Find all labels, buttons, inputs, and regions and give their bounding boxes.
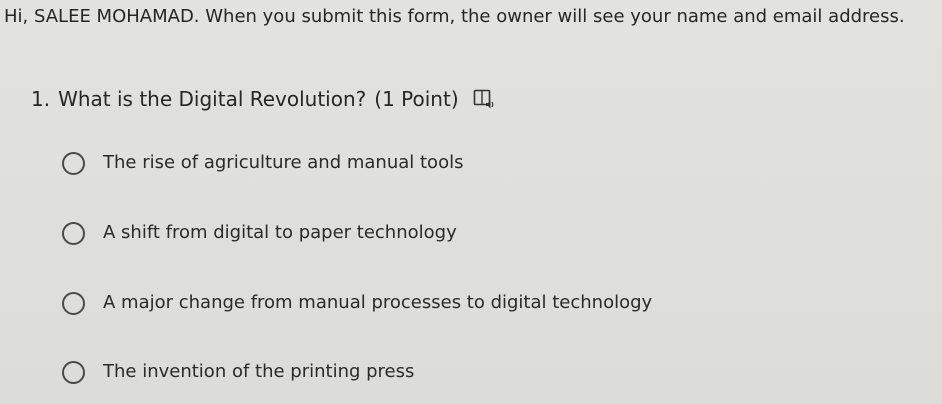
option-label: The rise of agriculture and manual tools	[103, 152, 464, 173]
form-notice: Hi, SALEE MOHAMAD. When you submit this …	[4, 6, 905, 27]
option-label: The invention of the printing press	[103, 361, 415, 382]
immersive-reader-icon[interactable]	[473, 88, 495, 110]
question-title: 1. What is the Digital Revolution? (1 Po…	[31, 86, 495, 112]
option-label: A shift from digital to paper technology	[103, 222, 457, 243]
question-number: 1.	[31, 87, 51, 111]
question-points: (1 Point)	[374, 87, 459, 111]
radio-button[interactable]	[62, 221, 85, 245]
radio-button[interactable]	[62, 291, 85, 315]
option-manual-to-digital[interactable]: A major change from manual processes to …	[62, 288, 652, 318]
question-text: What is the Digital Revolution?	[58, 87, 367, 111]
option-rise-of-agriculture[interactable]: The rise of agriculture and manual tools	[62, 148, 463, 178]
option-shift-digital-to-paper[interactable]: A shift from digital to paper technology	[62, 218, 457, 248]
option-printing-press[interactable]: The invention of the printing press	[62, 357, 414, 387]
option-label: A major change from manual processes to …	[103, 292, 653, 313]
radio-button[interactable]	[62, 151, 85, 175]
radio-button[interactable]	[62, 360, 85, 384]
